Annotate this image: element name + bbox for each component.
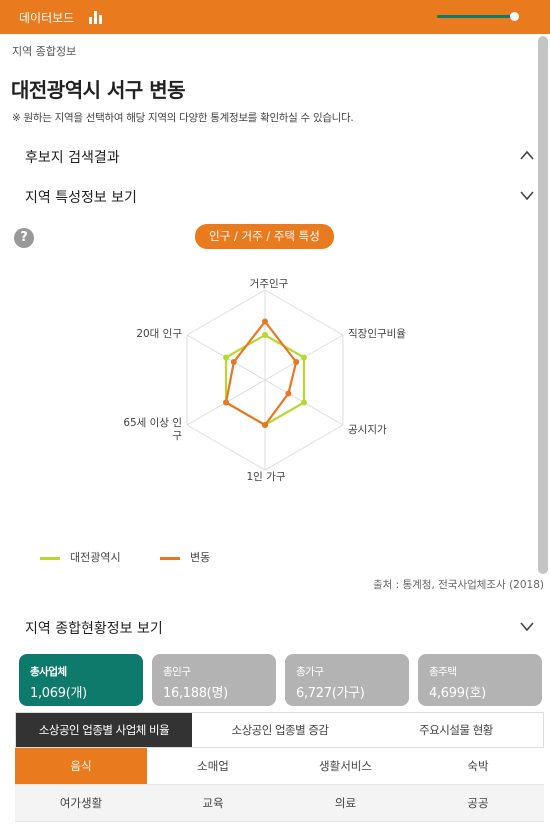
radar-point	[262, 422, 268, 428]
card-total-households[interactable]: 총가구 6,727(가구)	[285, 654, 409, 706]
radar-point	[262, 318, 268, 325]
card-value: 1,069(개)	[30, 686, 87, 701]
axis-label: 직장인구비율	[348, 328, 406, 340]
zoom-slider[interactable]	[437, 15, 513, 18]
section-candidate-results[interactable]: 후보지 검색결과	[0, 141, 540, 171]
radar-point	[223, 354, 230, 361]
card-value: 4,699(호)	[429, 686, 486, 701]
tab-business-ratio[interactable]: 소상공인 업종별 사업체 비율	[16, 713, 192, 747]
category-living-service[interactable]: 생활서비스	[279, 748, 412, 785]
legend-label: 대전광역시	[70, 551, 121, 564]
app-title: 데이터보드	[19, 11, 75, 25]
card-label: 총가구	[296, 666, 324, 678]
legend-swatch	[40, 556, 60, 560]
section-label: 후보지 검색결과	[25, 150, 120, 166]
breadcrumb: 지역 종합정보	[12, 45, 77, 58]
radar-chart: 거주인구 직장인구비율 공시지가 1인 가구 65세 이상 인구 20대 인구	[100, 260, 440, 500]
tab-facilities[interactable]: 주요시설물 현황	[368, 713, 544, 747]
radar-point	[223, 399, 230, 406]
axis-label: 20대 인구	[136, 328, 182, 340]
page-title: 대전광역시 서구 변동	[11, 78, 186, 102]
chevron-down-icon	[520, 191, 534, 200]
summary-tabs: 소상공인 업종별 사업체 비율 소상공인 업종별 증감 주요시설물 현황	[15, 712, 544, 748]
section-region-summary[interactable]: 지역 종합현황정보 보기	[0, 612, 540, 642]
category-retail[interactable]: 소매업	[147, 748, 279, 785]
radar-point	[300, 399, 307, 406]
card-total-business[interactable]: 총사업체 1,069(개)	[19, 654, 143, 706]
tab-business-change[interactable]: 소상공인 업종별 증감	[192, 713, 368, 747]
section-label: 지역 특성정보 보기	[25, 190, 137, 206]
card-label: 총주택	[429, 666, 457, 678]
radar-point	[300, 354, 307, 361]
help-icon[interactable]: ?	[14, 228, 34, 248]
scrollbar[interactable]	[538, 36, 548, 574]
radar-point	[293, 359, 300, 365]
page-note: ※ 원하는 지역을 선택하여 해당 지역의 다양한 통계정보를 확인하실 수 있…	[12, 112, 354, 124]
legend-item: 대전광역시	[40, 549, 121, 565]
card-label: 총인구	[163, 666, 191, 678]
category-medical[interactable]: 의료	[279, 785, 412, 822]
radar-point	[285, 390, 292, 397]
chevron-down-icon	[520, 622, 534, 631]
radar-svg	[186, 289, 344, 471]
category-education[interactable]: 교육	[147, 785, 279, 822]
section-label: 지역 종합현황정보 보기	[25, 621, 163, 637]
bar-chart-icon[interactable]	[88, 10, 104, 24]
top-bar: 데이터보드	[0, 0, 550, 34]
source-text: 출처 : 통계청, 전국사업체조사 (2018)	[372, 579, 544, 591]
card-label: 총사업체	[30, 666, 67, 678]
chevron-up-icon	[520, 150, 534, 160]
category-leisure[interactable]: 여가생활	[15, 785, 147, 822]
feature-tab-pill[interactable]: 인구 / 거주 / 주택 특성	[195, 224, 334, 249]
section-region-features[interactable]: 지역 특성정보 보기	[0, 181, 540, 211]
zoom-slider-handle[interactable]	[510, 12, 519, 21]
axis-label: 거주인구	[249, 278, 289, 290]
radar-point	[262, 332, 268, 338]
axis-label: 공시지가	[348, 424, 387, 436]
legend-swatch	[160, 556, 180, 560]
category-grid: 음식 소매업 생활서비스 숙박 여가생활 교육 의료 공공	[15, 748, 544, 822]
legend-label: 변동	[190, 551, 211, 564]
card-value: 6,727(가구)	[296, 686, 365, 701]
axis-label: 1인 가구	[246, 471, 286, 483]
card-total-housing[interactable]: 총주택 4,699(호)	[418, 654, 542, 706]
category-lodging[interactable]: 숙박	[412, 748, 544, 785]
category-public[interactable]: 공공	[412, 785, 544, 822]
category-food[interactable]: 음식	[15, 748, 147, 785]
card-total-population[interactable]: 총인구 16,188(명)	[152, 654, 276, 706]
axis-label: 65세 이상 인구	[123, 417, 182, 442]
legend-item: 변동	[160, 549, 210, 565]
card-value: 16,188(명)	[163, 686, 228, 701]
radar-point	[230, 359, 237, 365]
